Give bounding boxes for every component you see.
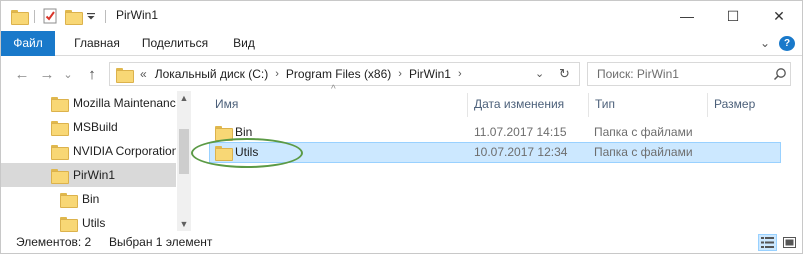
file-list: ^ Имя Дата изменения Тип Размер Bin 11.0… (191, 84, 802, 231)
maximize-icon: ☐ (726, 7, 740, 24)
up-arrow-icon: ↑ (88, 65, 96, 83)
folder-icon (116, 67, 134, 83)
title-bar: PirWin1 — ☐ ✕ (1, 1, 802, 31)
maximize-button[interactable]: ☐ (710, 1, 756, 31)
address-row: ← → ⌄ ↑ « Локальный диск (C:) › Program … (1, 57, 802, 91)
tree-item-mozilla[interactable]: Mozilla Maintenanc (1, 91, 176, 115)
large-icons-view-button[interactable] (780, 234, 799, 251)
folder-icon (51, 168, 69, 184)
tree-item-label: MSBuild (73, 120, 118, 134)
details-view-icon (761, 237, 774, 248)
divider (34, 10, 35, 23)
tree-item-label: NVIDIA Corporation (73, 144, 176, 158)
column-header-name[interactable]: Имя (209, 91, 467, 117)
properties-icon[interactable] (42, 7, 58, 25)
folder-icon (60, 192, 78, 208)
file-date: 11.07.2017 14:15 (474, 125, 567, 139)
file-date: 10.07.2017 12:34 (474, 145, 568, 159)
search-input[interactable] (597, 67, 767, 81)
status-item-count: Элементов: 2 (16, 235, 92, 249)
tree-item-label: PirWin1 (73, 168, 116, 182)
forward-arrow-icon: → (39, 65, 55, 83)
tree-item-label: Mozilla Maintenanc (73, 96, 176, 110)
tree-item-label: Utils (82, 216, 106, 230)
ribbon-tabs: Файл Главная Поделиться Вид ⌄ ? (1, 31, 802, 56)
file-row-bin[interactable]: Bin 11.07.2017 14:15 Папка с файлами (209, 122, 781, 143)
back-arrow-icon: ← (14, 65, 30, 83)
annotation-ellipse (191, 138, 303, 168)
status-selection: Выбран 1 элемент (109, 235, 213, 249)
scroll-thumb[interactable] (179, 129, 189, 174)
tab-view[interactable]: Вид (225, 31, 263, 56)
folder-icon (11, 7, 29, 25)
search-icon[interactable] (773, 67, 787, 81)
navigation-pane: Mozilla Maintenanc MSBuild NVIDIA Corpor… (1, 91, 191, 232)
details-view-button[interactable] (758, 234, 777, 251)
column-header-date[interactable]: Дата изменения (468, 91, 588, 117)
minimize-button[interactable]: — (664, 1, 710, 31)
folder-icon (51, 96, 69, 112)
new-folder-icon[interactable] (65, 7, 83, 25)
folder-icon (60, 216, 78, 232)
folder-icon (51, 120, 69, 136)
breadcrumb-overflow[interactable]: « (140, 67, 147, 81)
tab-share[interactable]: Поделиться (137, 31, 213, 56)
window-title: PirWin1 (116, 8, 159, 22)
breadcrumb-program-files[interactable]: Program Files (x86) (286, 67, 391, 81)
folder-icon (51, 144, 69, 160)
chevron-down-icon: ⌄ (63, 68, 73, 81)
scroll-up-icon[interactable]: ▲ (177, 91, 191, 105)
explorer-window: PirWin1 — ☐ ✕ Файл Главная Поделиться Ви… (0, 0, 803, 254)
divider (105, 10, 106, 23)
address-bar[interactable]: « Локальный диск (C:) › Program Files (x… (109, 62, 580, 86)
address-dropdown-icon[interactable]: ⌄ (535, 67, 544, 80)
nav-scrollbar[interactable]: ▲ ▼ (177, 91, 191, 231)
forward-button[interactable]: → (37, 63, 57, 85)
breadcrumb-pirwin1[interactable]: PirWin1 (409, 67, 451, 81)
back-button[interactable]: ← (12, 63, 32, 85)
tree-item-bin[interactable]: Bin (1, 187, 176, 211)
tree-item-label: Bin (82, 192, 100, 206)
ribbon-expand-icon[interactable]: ⌄ (757, 31, 773, 56)
close-button[interactable]: ✕ (756, 1, 802, 31)
folder-icon (215, 126, 233, 141)
large-icons-view-icon (783, 237, 796, 248)
recent-locations-button[interactable]: ⌄ (61, 63, 75, 85)
close-icon: ✕ (773, 7, 785, 24)
column-header-type[interactable]: Тип (589, 91, 707, 117)
column-header-size[interactable]: Размер (708, 91, 788, 117)
search-box[interactable] (587, 62, 791, 86)
tree-item-pirwin1[interactable]: PirWin1 (1, 163, 176, 187)
tab-home[interactable]: Главная (67, 31, 127, 56)
chevron-right-icon[interactable]: › (275, 68, 279, 80)
help-icon[interactable]: ? (779, 36, 795, 51)
scroll-down-icon[interactable]: ▼ (177, 217, 191, 231)
minimize-icon: — (680, 8, 694, 24)
file-type: Папка с файлами (594, 145, 693, 159)
customize-dropdown-icon[interactable] (86, 7, 96, 25)
status-bar: Элементов: 2 Выбран 1 элемент (1, 231, 802, 253)
tree-item-msbuild[interactable]: MSBuild (1, 115, 176, 139)
breadcrumb-local-disk[interactable]: Локальный диск (C:) (155, 67, 269, 81)
chevron-right-icon[interactable]: › (398, 68, 402, 80)
chevron-right-icon[interactable]: › (458, 68, 462, 80)
tab-file[interactable]: Файл (1, 31, 55, 56)
up-button[interactable]: ↑ (82, 63, 102, 85)
file-type: Папка с файлами (594, 125, 693, 139)
tree-item-nvidia[interactable]: NVIDIA Corporation (1, 139, 176, 163)
refresh-icon[interactable]: ↻ (559, 66, 570, 82)
